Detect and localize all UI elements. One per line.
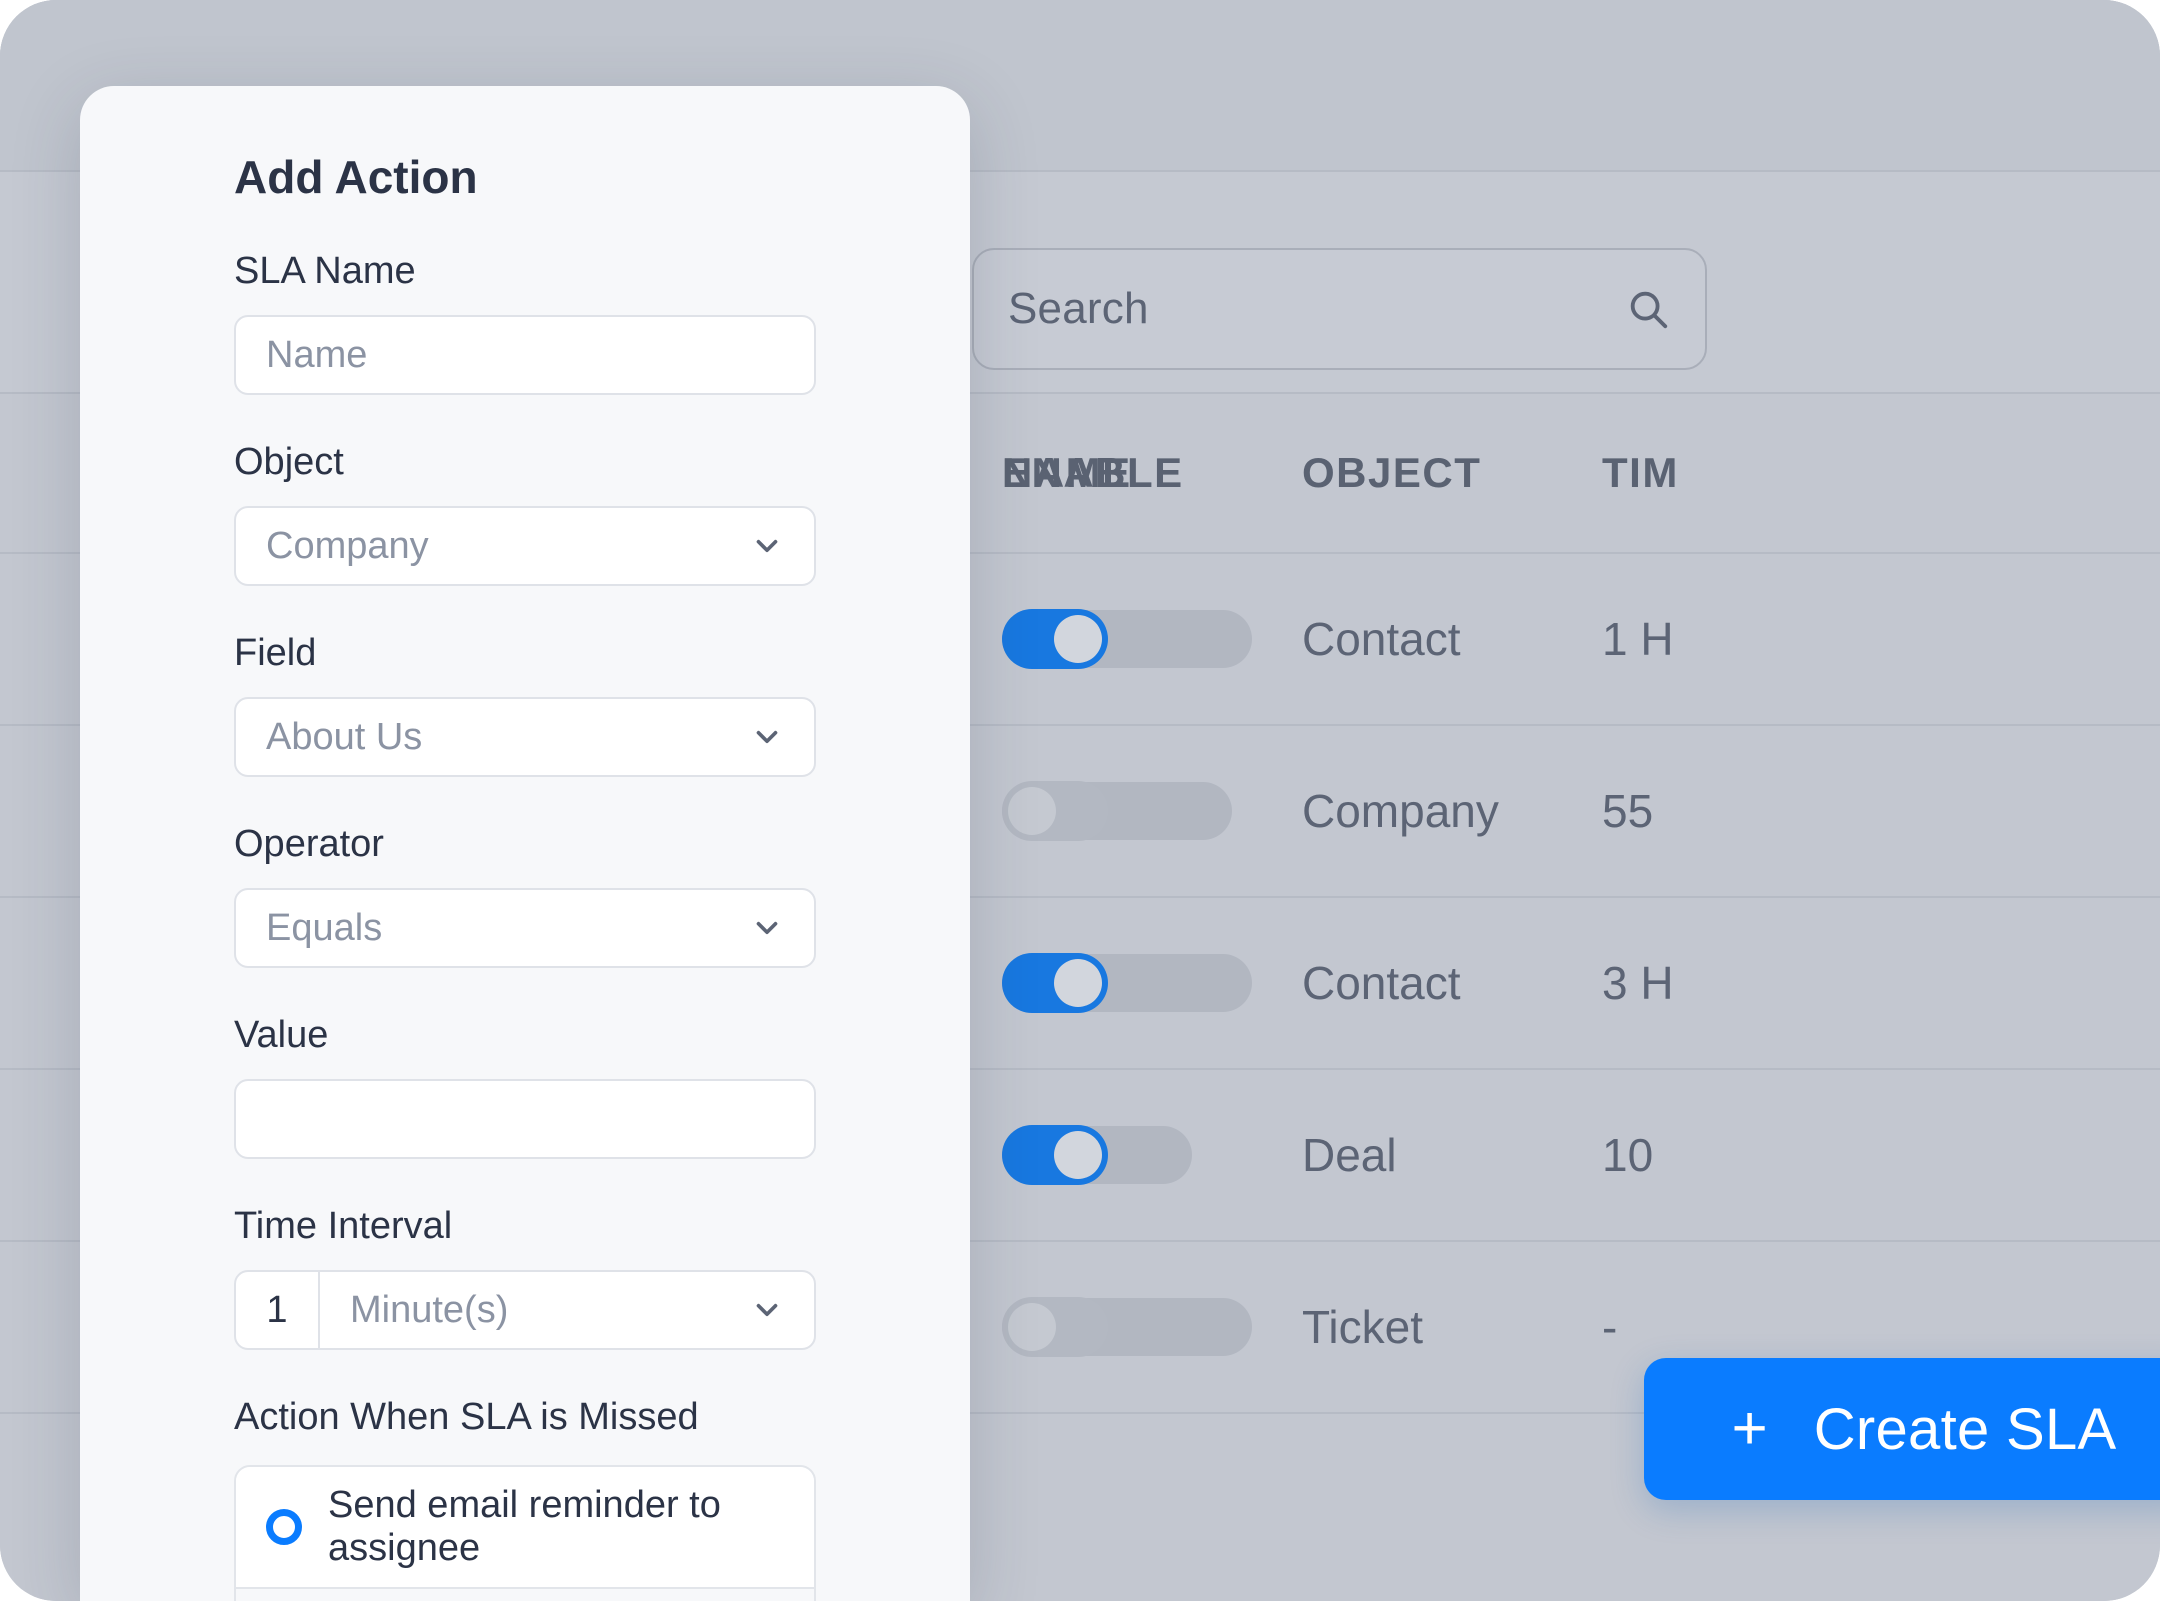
column-header-object: OBJECT [1302, 449, 1482, 496]
section-label: Action When SLA is Missed [234, 1396, 699, 1438]
toggle-knob [1054, 615, 1102, 663]
enable-toggle[interactable] [1002, 781, 1108, 841]
field-label: Operator [234, 823, 384, 865]
enable-toggle[interactable] [1002, 1297, 1108, 1357]
toggle-knob [1054, 959, 1102, 1007]
chevron-down-icon[interactable] [750, 529, 784, 563]
field-label: SLA Name [234, 250, 416, 292]
select-value: Equals [266, 906, 383, 949]
row-object-cell: Ticket [1302, 1301, 1423, 1353]
enable-toggle[interactable] [1002, 1125, 1108, 1185]
field-select[interactable]: About Us [234, 697, 816, 777]
operator-select[interactable]: Equals [234, 888, 816, 968]
field-label: Time Interval [234, 1205, 453, 1247]
row-time-cell: 1 H [1602, 613, 1674, 665]
section-action-when-missed: Action When SLA is Missed Send email rem… [234, 1396, 816, 1601]
plus-icon: + [1731, 1394, 1768, 1463]
row-object-cell: Contact [1302, 957, 1461, 1009]
chevron-down-icon[interactable] [750, 911, 784, 945]
field-sla-name: SLA Name Name [234, 250, 816, 395]
field-operator: Operator Equals [234, 823, 816, 968]
field-label: Field [234, 632, 317, 674]
search-icon[interactable] [1625, 286, 1671, 332]
row-time-cell: 55 [1602, 785, 1654, 837]
sla-name-input[interactable]: Name [234, 315, 816, 395]
toggle-knob [1008, 1303, 1056, 1351]
row-object-cell: Deal [1302, 1129, 1397, 1181]
select-value: Company [266, 524, 429, 567]
field-label: Value [234, 1014, 329, 1056]
enable-toggle[interactable] [1002, 609, 1108, 669]
field-field: Field About Us [234, 632, 816, 777]
toggle-knob [1054, 1131, 1102, 1179]
radio-option-send-email[interactable]: Send email reminder to assignee [236, 1467, 814, 1589]
row-object-cell: Company [1302, 785, 1499, 837]
row-time-cell: 10 [1602, 1129, 1654, 1181]
object-select[interactable]: Company [234, 506, 816, 586]
radio-icon[interactable] [266, 1509, 302, 1545]
field-value: Value [234, 1014, 816, 1159]
select-value: About Us [266, 715, 423, 758]
radio-option-send-sms[interactable]: Send SMS reminder to assignee [236, 1589, 814, 1601]
column-header-name: NAME [1002, 449, 1132, 496]
column-header-time: TIM [1602, 449, 1679, 496]
field-object: Object Company [234, 441, 816, 586]
create-sla-button[interactable]: + Create SLA [1644, 1358, 2160, 1500]
row-time-cell: 3 H [1602, 957, 1674, 1009]
app-screen: Search ENABLE NAME OBJECT TIM Contact 1 … [0, 0, 2160, 1601]
interval-unit-select[interactable]: Minute(s) [320, 1272, 814, 1348]
chevron-down-icon[interactable] [750, 720, 784, 754]
create-sla-label: Create SLA [1813, 1396, 2117, 1462]
search-input[interactable]: Search [972, 248, 1707, 370]
input-placeholder: Name [266, 333, 368, 376]
add-action-panel: Add Action SLA Name Name Object Company … [80, 86, 970, 1601]
enable-toggle[interactable] [1002, 953, 1108, 1013]
value-input[interactable] [234, 1079, 816, 1159]
row-object-cell: Contact [1302, 613, 1461, 665]
action-radio-group: Send email reminder to assignee Send SMS… [234, 1465, 816, 1601]
search-placeholder: Search [1008, 284, 1149, 333]
time-interval-control: 1 Minute(s) [234, 1270, 816, 1350]
field-time-interval: Time Interval 1 Minute(s) [234, 1205, 816, 1350]
field-label: Object [234, 441, 344, 483]
radio-label: Send email reminder to assignee [328, 1484, 721, 1569]
row-time-cell: - [1602, 1301, 1618, 1353]
chevron-down-icon[interactable] [750, 1293, 784, 1327]
interval-amount-input[interactable]: 1 [236, 1272, 320, 1348]
panel-title: Add Action [234, 151, 478, 203]
select-value: Minute(s) [350, 1288, 509, 1331]
toggle-knob [1008, 787, 1056, 835]
